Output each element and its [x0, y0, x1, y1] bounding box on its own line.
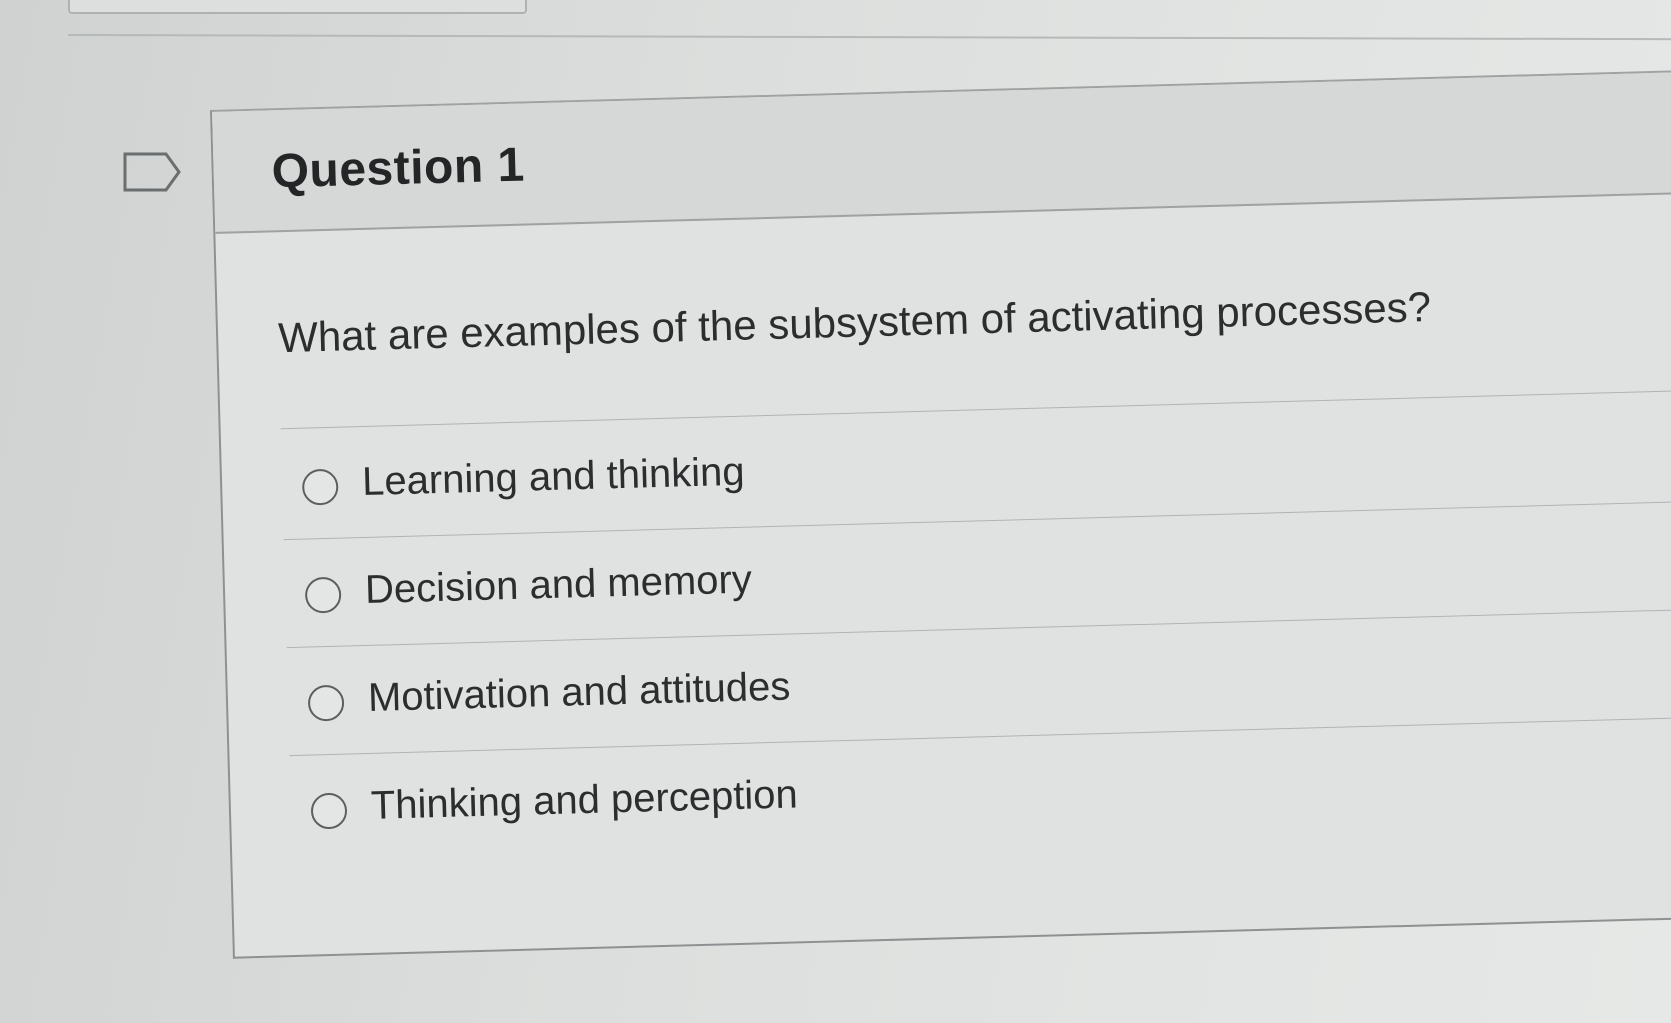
radio-unchecked-icon[interactable]	[310, 792, 348, 830]
top-divider	[67, 34, 1671, 41]
page-background: Question 1 What are examples of the subs…	[0, 0, 1671, 1023]
radio-unchecked-icon[interactable]	[301, 468, 339, 506]
answer-label[interactable]: Motivation and attitudes	[367, 665, 791, 721]
answer-label[interactable]: Learning and thinking	[362, 450, 746, 505]
question-header: Question 1	[212, 69, 1671, 234]
answer-label[interactable]: Decision and memory	[364, 558, 752, 613]
radio-unchecked-icon[interactable]	[307, 684, 345, 722]
radio-unchecked-icon[interactable]	[304, 576, 342, 614]
question-title: Question 1	[270, 138, 526, 199]
answer-list: Learning and thinking Decision and memor…	[280, 391, 1671, 863]
flag-question-icon[interactable]	[122, 151, 184, 193]
previous-panel-edge	[68, 0, 527, 14]
answer-label[interactable]: Thinking and perception	[370, 772, 798, 829]
question-card: Question 1 What are examples of the subs…	[210, 67, 1671, 959]
question-text: What are examples of the subsystem of ac…	[277, 283, 1432, 362]
